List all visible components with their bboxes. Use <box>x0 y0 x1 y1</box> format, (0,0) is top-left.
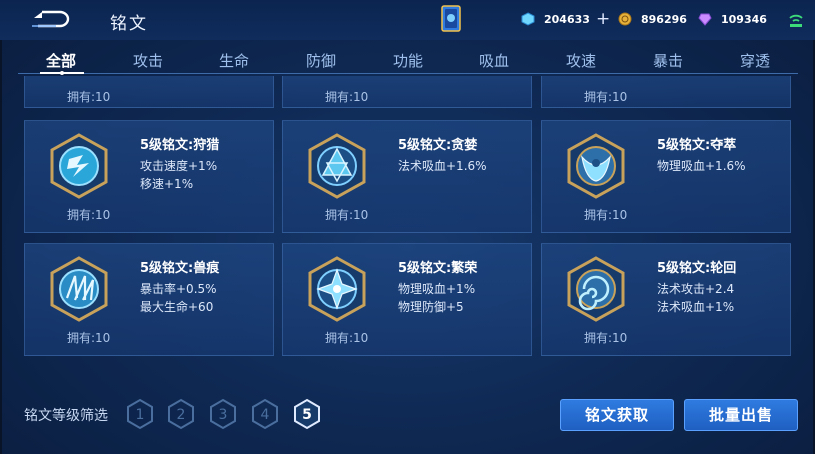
diamond-icon <box>521 12 535 26</box>
owned-count: 拥有:10 <box>325 208 369 222</box>
rune-card-prosper[interactable]: 5级铭文:繁荣 物理吸血+1% 物理防御+5 拥有:10 <box>282 243 532 356</box>
rune-stat: 物理防御+5 <box>398 300 464 314</box>
tab-attack-speed[interactable]: 攻速 <box>551 50 611 71</box>
owned-count: 拥有:10 <box>67 208 111 222</box>
rune-stat: 法术吸血+1.6% <box>398 159 487 173</box>
rune-card-partial[interactable]: 拥有:10 <box>541 76 791 108</box>
rune-name: 5级铭文:轮回 <box>657 261 737 276</box>
level-2-label: 2 <box>177 407 186 423</box>
rune-stat: 移速+1% <box>140 177 194 191</box>
add-diamond-button[interactable]: + <box>596 11 610 28</box>
back-arrow-icon[interactable] <box>28 8 72 30</box>
rune-card-partial[interactable]: 拥有:10 <box>24 76 274 108</box>
owned-count: 拥有:10 <box>584 331 628 345</box>
gold-value: 896296 <box>641 12 687 26</box>
level-5-filter[interactable]: 5 <box>292 398 322 430</box>
level-2-filter[interactable]: 2 <box>166 398 196 430</box>
batch-sell-button[interactable]: 批量出售 <box>684 399 798 431</box>
level-3-label: 3 <box>219 407 228 423</box>
rune-stat: 物理吸血+1.6% <box>657 159 746 173</box>
network-signal-icon <box>789 14 803 27</box>
acquire-rune-button[interactable]: 铭文获取 <box>560 399 674 431</box>
tab-all[interactable]: 全部 <box>31 50 91 71</box>
gem-icon <box>698 13 712 26</box>
rune-name: 5级铭文:繁荣 <box>398 261 478 276</box>
owned-count: 拥有:10 <box>584 90 628 104</box>
owned-count: 拥有:10 <box>67 331 111 345</box>
owned-count: 拥有:10 <box>584 208 628 222</box>
tab-critical[interactable]: 暴击 <box>638 50 698 71</box>
tab-utility[interactable]: 功能 <box>378 50 438 71</box>
tab-health[interactable]: 生命 <box>204 50 264 71</box>
rune-stat: 最大生命+60 <box>140 300 214 314</box>
rune-name: 5级铭文:贪婪 <box>398 138 478 153</box>
tab-lifesteal[interactable]: 吸血 <box>464 50 524 71</box>
rune-deck-icon[interactable] <box>438 4 464 34</box>
level-1-filter[interactable]: 1 <box>125 398 155 430</box>
gem-value: 109346 <box>721 12 767 26</box>
level-filter-label: 铭文等级筛选 <box>24 408 108 424</box>
rune-name: 5级铭文:夺萃 <box>657 138 737 153</box>
rune-name: 5级铭文:兽痕 <box>140 261 220 276</box>
rune-card-greed[interactable]: 5级铭文:贪婪 法术吸血+1.6% 拥有:10 <box>282 120 532 233</box>
diamond-value: 204633 <box>544 12 590 26</box>
rune-stat: 攻击速度+1% <box>140 159 218 173</box>
rune-card-partial[interactable]: 拥有:10 <box>282 76 532 108</box>
rune-name: 5级铭文:狩猎 <box>140 138 220 153</box>
level-4-filter[interactable]: 4 <box>250 398 280 430</box>
active-tab-indicator <box>40 71 84 75</box>
rune-stat: 法术吸血+1% <box>657 300 735 314</box>
top-bar: 铭文 204633 + 896296 109346 <box>0 0 815 40</box>
rune-card-cycle[interactable]: 5级铭文:轮回 法术攻击+2.4 法术吸血+1% 拥有:10 <box>541 243 791 356</box>
rune-stat: 物理吸血+1% <box>398 282 476 296</box>
tab-divider <box>18 73 798 74</box>
tab-attack[interactable]: 攻击 <box>118 50 178 71</box>
gem-balance: 109346 <box>698 10 767 28</box>
tab-defense[interactable]: 防御 <box>291 50 351 71</box>
rune-card-extract[interactable]: 5级铭文:夺萃 物理吸血+1.6% 拥有:10 <box>541 120 791 233</box>
level-5-label: 5 <box>302 407 312 423</box>
owned-count: 拥有:10 <box>325 90 369 104</box>
extract-rune-icon <box>567 133 625 199</box>
tab-penetration[interactable]: 穿透 <box>725 50 785 71</box>
beast-rune-icon <box>50 256 108 322</box>
rune-card-beast[interactable]: 5级铭文:兽痕 暴击率+0.5% 最大生命+60 拥有:10 <box>24 243 274 356</box>
cycle-rune-icon <box>567 256 625 322</box>
hunt-rune-icon <box>50 133 108 199</box>
gold-balance: 896296 <box>618 10 687 28</box>
level-3-filter[interactable]: 3 <box>208 398 238 430</box>
gold-coin-icon <box>618 12 632 26</box>
diamond-balance: 204633 + <box>521 10 610 28</box>
owned-count: 拥有:10 <box>325 331 369 345</box>
rune-stat: 暴击率+0.5% <box>140 282 217 296</box>
owned-count: 拥有:10 <box>67 90 111 104</box>
greed-rune-icon <box>308 133 366 199</box>
category-tabs: 全部 攻击 生命 防御 功能 吸血 攻速 暴击 穿透 <box>0 40 815 80</box>
rune-stat: 法术攻击+2.4 <box>657 282 735 296</box>
page-title: 铭文 <box>110 14 148 34</box>
prosper-rune-icon <box>308 256 366 322</box>
level-4-label: 4 <box>261 407 270 423</box>
level-1-label: 1 <box>136 407 145 423</box>
rune-card-hunt[interactable]: 5级铭文:狩猎 攻击速度+1% 移速+1% 拥有:10 <box>24 120 274 233</box>
